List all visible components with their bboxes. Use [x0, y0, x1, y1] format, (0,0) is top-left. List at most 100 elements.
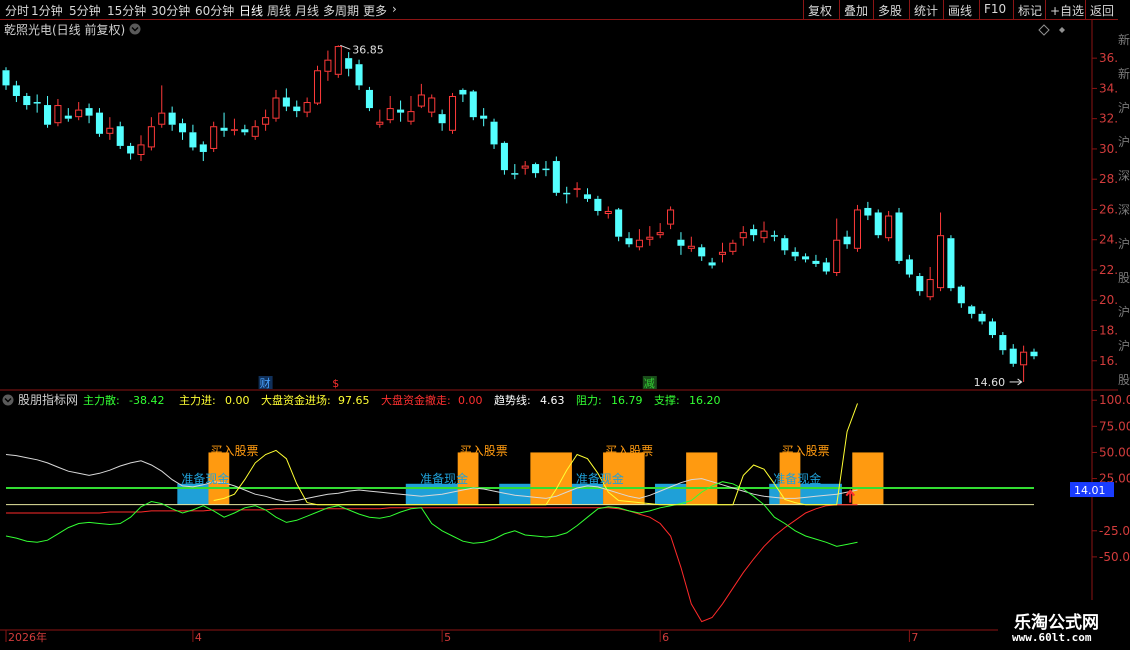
candle [511, 164, 519, 180]
candle-body-down [95, 112, 103, 134]
candle [282, 88, 290, 112]
indicator-tick-label: -25.00 [1099, 524, 1130, 538]
candle-body-up [926, 279, 934, 298]
candle [490, 118, 498, 149]
stock-title[interactable]: 乾照光电(日线 前复权) [4, 22, 125, 37]
indicator-name[interactable]: 股朋指标网 [18, 392, 78, 407]
candle [469, 89, 477, 121]
candle [573, 182, 581, 198]
candle-body-up [147, 126, 155, 148]
event-marker[interactable]: 财 [260, 376, 271, 390]
candle-body-down [532, 164, 540, 174]
candle [386, 95, 394, 124]
candle [802, 253, 810, 263]
indicator-lines [5, 403, 858, 623]
cash-signal-label: 准备现金 [420, 471, 468, 486]
candle [12, 80, 20, 103]
candle [656, 223, 664, 239]
candle-body-down [469, 91, 477, 118]
candle [313, 65, 322, 106]
high-price-label: 36.85 [352, 43, 384, 56]
time-tick-label: 4 [195, 631, 202, 644]
candle [594, 195, 602, 216]
edge-panel-char: 沪 [1118, 135, 1130, 149]
candle [957, 285, 965, 308]
candle [698, 244, 706, 261]
candle [677, 232, 685, 255]
indicator-chevron-down-icon[interactable] [2, 394, 14, 406]
candle-body-down [843, 236, 851, 245]
indicator-tick-label: 100.00 [1099, 393, 1130, 407]
candle-body-down [178, 123, 187, 133]
candle-body-down [23, 95, 31, 106]
event-marker[interactable]: $ [332, 377, 339, 390]
diamond-small-icon[interactable] [1059, 27, 1065, 33]
legend-value: 4.63 [540, 394, 565, 407]
candle [615, 207, 623, 242]
candle [687, 236, 695, 252]
candle-body-up [573, 188, 581, 190]
time-tick-label: 2026年 [8, 630, 47, 644]
candle [376, 109, 384, 128]
candle [635, 229, 643, 251]
candle-body-down [905, 259, 913, 275]
diamond-outline-icon[interactable] [1038, 24, 1050, 36]
candle [760, 221, 768, 243]
candle-body-up [646, 236, 654, 240]
candle [895, 207, 903, 264]
edge-panel-char: 沪 [1118, 101, 1130, 115]
candle-body-down [480, 115, 488, 119]
candle-body-down [594, 198, 602, 211]
candle [604, 206, 612, 219]
candle [853, 204, 862, 252]
candle-body-up [210, 126, 218, 149]
candle-body-down [822, 262, 830, 272]
candle [791, 247, 799, 261]
candle-body-down [677, 239, 685, 246]
candle-body-down [957, 286, 965, 304]
time-axis: 2026年 4 5 6 7 [5, 630, 918, 644]
indicator-tick-label: 50.00 [1099, 445, 1130, 459]
candle-body-down [438, 114, 446, 124]
indicator-tick-label: -50.00 [1099, 550, 1130, 564]
candle [345, 52, 353, 77]
candle-body-down [1030, 351, 1038, 357]
time-tick-label: 6 [662, 631, 669, 644]
candle [23, 92, 31, 110]
candle-body-down [864, 207, 872, 216]
edge-panel-char: 深 [1118, 169, 1130, 183]
candle-body-up [376, 121, 384, 125]
candle-body-up [833, 239, 841, 274]
candle [739, 226, 747, 246]
legend-value: 97.65 [338, 394, 370, 407]
title-chevron-down-icon[interactable] [129, 23, 141, 35]
candle [843, 230, 851, 249]
watermark-title: 乐淘公式网 [1014, 613, 1099, 633]
candle [937, 212, 945, 292]
candle-body-up [687, 245, 695, 249]
candle [64, 108, 72, 122]
candle-body-down [500, 142, 508, 171]
candle-body-down [168, 112, 176, 125]
candle-body-down [947, 238, 955, 289]
event-marker[interactable]: 减 [644, 377, 655, 390]
candle-body-up [313, 70, 322, 104]
candle-body-up [417, 94, 425, 107]
legend-value: 16.20 [689, 394, 721, 407]
candle [75, 102, 83, 121]
candle [241, 124, 249, 136]
legend-label: 阻力: [576, 394, 602, 407]
candle [168, 106, 176, 131]
candle [251, 120, 259, 140]
candle [874, 209, 882, 239]
candle [397, 100, 405, 122]
candle [988, 318, 996, 339]
candle [926, 266, 934, 301]
candle-body-down [750, 229, 758, 236]
candle-body-up [262, 117, 270, 125]
candle [85, 103, 93, 124]
candle [552, 156, 560, 196]
legend-value: -38.42 [129, 394, 164, 407]
edge-panel-char: 沪 [1118, 305, 1130, 319]
candle [770, 230, 778, 242]
